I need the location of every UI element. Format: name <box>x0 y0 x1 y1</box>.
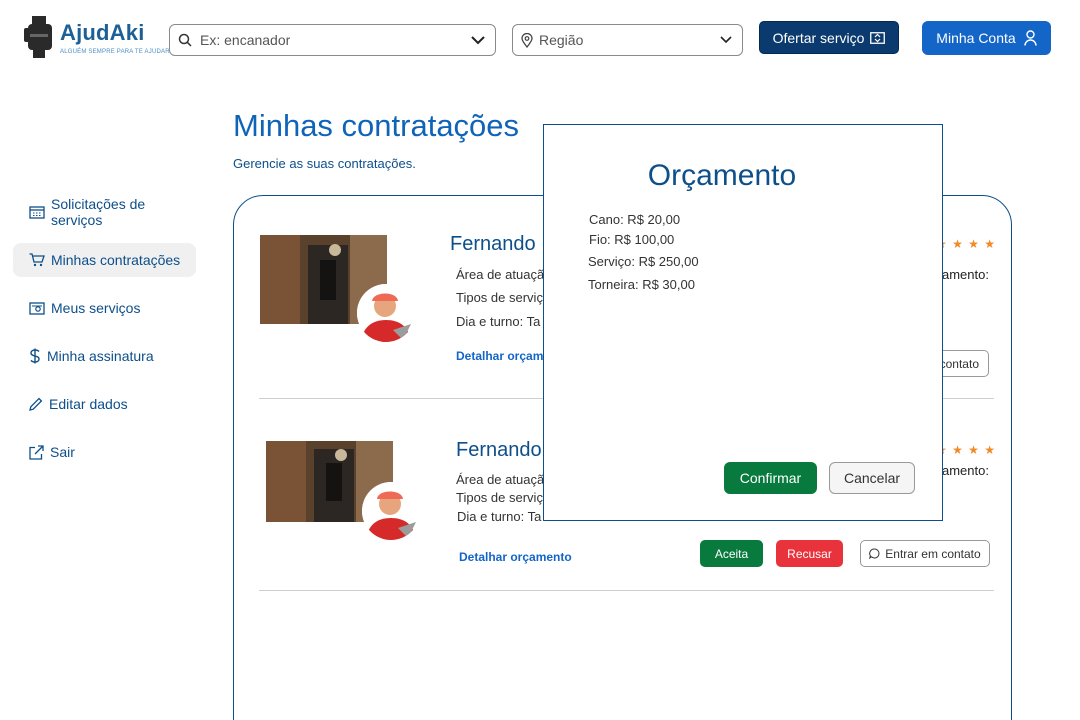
sidebar-item-label: Meus serviços <box>51 300 141 316</box>
my-account-button[interactable]: Minha Conta <box>922 21 1051 55</box>
refuse-button[interactable]: Recusar <box>776 540 843 567</box>
logo-name: AjudAki <box>60 20 145 45</box>
card-divider <box>259 590 994 591</box>
quote-modal: Orçamento Cano: R$ 20,00 Fio: R$ 100,00 … <box>543 124 943 521</box>
quote-item: Serviço: R$ 250,00 <box>588 254 699 269</box>
professional-name: Fernando <box>450 233 536 255</box>
refuse-label: Recusar <box>787 546 832 561</box>
sidebar-item-edit-data[interactable]: Editar dados <box>13 387 196 421</box>
page-subtitle: Gerencie as suas contratações. <box>233 156 416 171</box>
search-placeholder: Ex: encanador <box>200 32 291 48</box>
search-input[interactable]: Ex: encanador <box>169 24 496 56</box>
sidebar-item-my-services[interactable]: Meus serviços <box>13 291 196 325</box>
service-types: Tipos de serviç <box>456 290 543 305</box>
contact-button[interactable]: Entrar em contato <box>860 540 990 567</box>
sidebar-item-my-hirings[interactable]: Minhas contratações <box>13 243 196 277</box>
sidebar-item-service-requests[interactable]: Solicitações de serviços <box>13 195 196 229</box>
sidebar-item-label: Minha assinatura <box>47 348 154 364</box>
page-title: Minhas contratações <box>233 108 520 143</box>
offer-service-button[interactable]: Ofertar serviço <box>759 21 899 54</box>
cancel-button[interactable]: Cancelar <box>829 462 915 494</box>
cancel-label: Cancelar <box>843 470 901 486</box>
external-link-icon <box>29 444 44 460</box>
rating-stars: ★ ★ ★ ★ <box>936 237 997 251</box>
my-account-label: Minha Conta <box>936 30 1016 46</box>
chevron-down-icon[interactable] <box>471 35 485 45</box>
app-logo[interactable]: AjudAki ALGUÉM SEMPRE PARA TE AJUDAR <box>24 14 170 64</box>
search-icon <box>178 33 192 47</box>
hand-logo-icon <box>24 16 52 58</box>
sidebar-item-logout[interactable]: Sair <box>13 435 196 469</box>
sidebar-item-subscription[interactable]: Minha assinatura <box>13 339 196 373</box>
service-area: Área de atuaçã <box>456 267 545 282</box>
logo-tagline: ALGUÉM SEMPRE PARA TE AJUDAR <box>60 49 170 55</box>
accept-button[interactable]: Aceita <box>700 540 763 567</box>
sidebar-item-label: Sair <box>50 444 75 460</box>
chat-bubble-icon <box>869 548 880 559</box>
sidebar-item-label: Editar dados <box>49 396 128 412</box>
rating-stars: ★ ★ ★ ★ <box>936 443 997 457</box>
quote-item: Torneira: R$ 30,00 <box>588 277 695 292</box>
service-types: Tipos de serviç <box>456 490 543 505</box>
calendar-icon <box>29 206 45 219</box>
money-icon <box>870 31 886 44</box>
quote-item: Cano: R$ 20,00 <box>589 212 681 227</box>
professional-avatar <box>357 284 415 342</box>
accept-label: Aceita <box>714 546 749 561</box>
region-select[interactable]: Região <box>512 24 743 56</box>
contact-label: Entrar em contato <box>885 546 981 561</box>
offer-service-label: Ofertar serviço <box>772 29 865 46</box>
money-icon <box>29 301 45 315</box>
confirm-button[interactable]: Confirmar <box>724 462 817 494</box>
dollar-icon <box>30 348 40 364</box>
contact-label: contato <box>939 356 979 371</box>
detail-quote-link[interactable]: Detalhar orçamento <box>459 550 572 564</box>
quote-label: amento: <box>942 267 989 282</box>
chevron-down-icon[interactable] <box>720 36 732 44</box>
modal-title: Orçamento <box>647 159 797 192</box>
professional-name: Fernando <box>456 439 542 461</box>
quote-item: Fio: R$ 100,00 <box>589 232 675 247</box>
user-icon <box>1023 30 1037 46</box>
professional-avatar <box>362 482 420 540</box>
pencil-icon <box>29 397 43 411</box>
service-day-shift: Dia e turno: Ta <box>456 314 541 329</box>
confirm-label: Confirmar <box>739 470 802 486</box>
location-pin-icon <box>521 32 533 48</box>
cart-icon <box>29 253 45 267</box>
detail-quote-link[interactable]: Detalhar orçam <box>456 349 543 363</box>
sidebar-item-label: Solicitações de serviços <box>51 196 146 228</box>
service-day-shift: Dia e turno: Ta <box>457 509 542 524</box>
sidebar-item-label: Minhas contratações <box>51 252 181 268</box>
quote-label: amento: <box>942 463 989 478</box>
service-area: Área de atuaçã <box>456 472 545 487</box>
region-placeholder: Região <box>539 32 584 48</box>
